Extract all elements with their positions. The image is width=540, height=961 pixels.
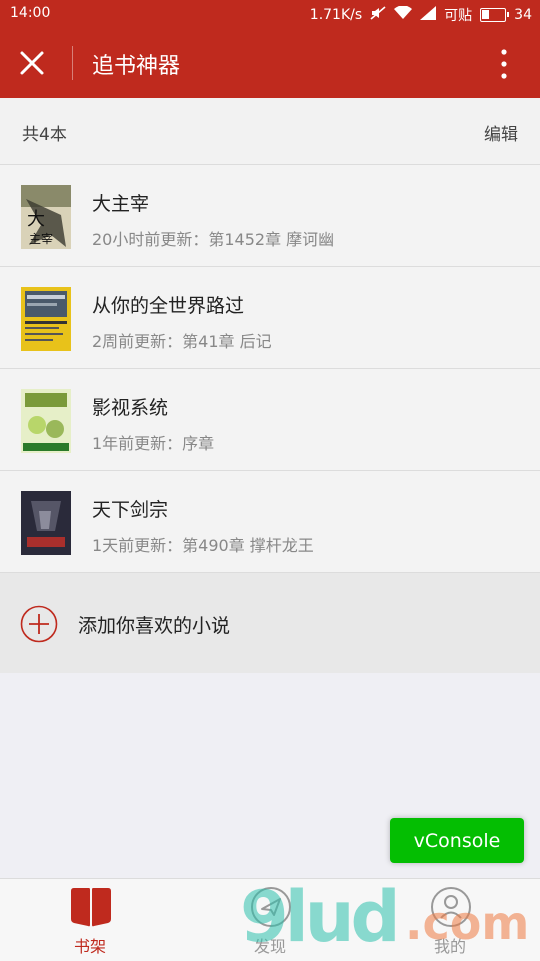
title-bar: 追书神器 <box>0 28 540 98</box>
book-update: 1天前更新：第490章 撑杆龙王 <box>92 536 314 555</box>
battery-fill <box>482 10 490 19</box>
mute-icon <box>370 6 386 24</box>
compass-icon <box>251 887 291 927</box>
shelf-header: 共4本 编辑 <box>0 98 540 165</box>
tab-bookshelf[interactable]: 书架 <box>30 879 150 961</box>
network-speed: 1.71K/s <box>309 7 363 23</box>
tab-discover-label: 发现 <box>253 937 286 956</box>
book-item[interactable]: 天下剑宗 1天前更新：第490章 撑杆龙王 <box>0 471 540 573</box>
tab-mine[interactable]: 我的 <box>390 879 510 961</box>
book-cover <box>21 287 71 351</box>
plus-circle-icon <box>20 605 58 643</box>
book-item[interactable]: 从你的全世界路过 2周前更新：第41章 后记 <box>0 267 540 369</box>
book-cover <box>21 491 71 555</box>
book-item[interactable]: 影视系统 1年前更新：序章 <box>0 369 540 471</box>
close-icon <box>20 51 44 75</box>
tab-mine-label: 我的 <box>433 937 466 956</box>
book-cover: 大 主宰 <box>21 185 71 249</box>
book-count: 共4本 <box>22 125 67 145</box>
battery-icon <box>480 8 510 22</box>
status-time: 14:00 <box>10 5 51 21</box>
book-list: 大 主宰 大主宰 20小时前更新：第1452章 摩诃幽 从你的全世界路过 2周前… <box>0 165 540 573</box>
title-divider <box>72 46 73 80</box>
bookshelf-icon <box>71 888 111 927</box>
tab-bookshelf-label: 书架 <box>73 937 106 956</box>
battery-level: 34 <box>514 7 532 23</box>
user-icon <box>431 887 471 927</box>
status-bar: 14:00 1.71K/s 可贴 34 <box>0 0 540 28</box>
book-update: 1年前更新：序章 <box>92 434 215 453</box>
status-right: 1.71K/s 可贴 34 <box>310 5 532 25</box>
book-update: 20小时前更新：第1452章 摩诃幽 <box>92 230 335 249</box>
book-update: 2周前更新：第41章 后记 <box>92 332 272 351</box>
book-item[interactable]: 大 主宰 大主宰 20小时前更新：第1452章 摩诃幽 <box>0 165 540 267</box>
edit-button[interactable]: 编辑 <box>484 120 518 145</box>
more-vertical-icon <box>501 49 507 79</box>
add-novel-button[interactable]: 添加你喜欢的小说 <box>0 573 540 673</box>
book-title: 影视系统 <box>92 397 169 419</box>
close-button[interactable] <box>14 45 50 81</box>
book-title: 天下剑宗 <box>92 499 169 521</box>
svg-text:大: 大 <box>27 209 45 230</box>
page-title: 追书神器 <box>92 54 181 79</box>
book-title: 从你的全世界路过 <box>92 295 245 317</box>
tab-bar: 书架 发现 我的 <box>0 878 540 961</box>
book-cover <box>21 389 71 453</box>
book-title: 大主宰 <box>92 193 150 215</box>
tab-discover[interactable]: 发现 <box>210 879 330 961</box>
svg-text:主宰: 主宰 <box>29 231 53 246</box>
more-button[interactable] <box>486 46 522 82</box>
wifi-icon <box>394 5 413 24</box>
carrier-label: 可贴 <box>444 8 473 24</box>
add-novel-label: 添加你喜欢的小说 <box>78 615 231 637</box>
vconsole-button[interactable]: vConsole <box>390 818 524 863</box>
signal-icon <box>420 6 437 24</box>
